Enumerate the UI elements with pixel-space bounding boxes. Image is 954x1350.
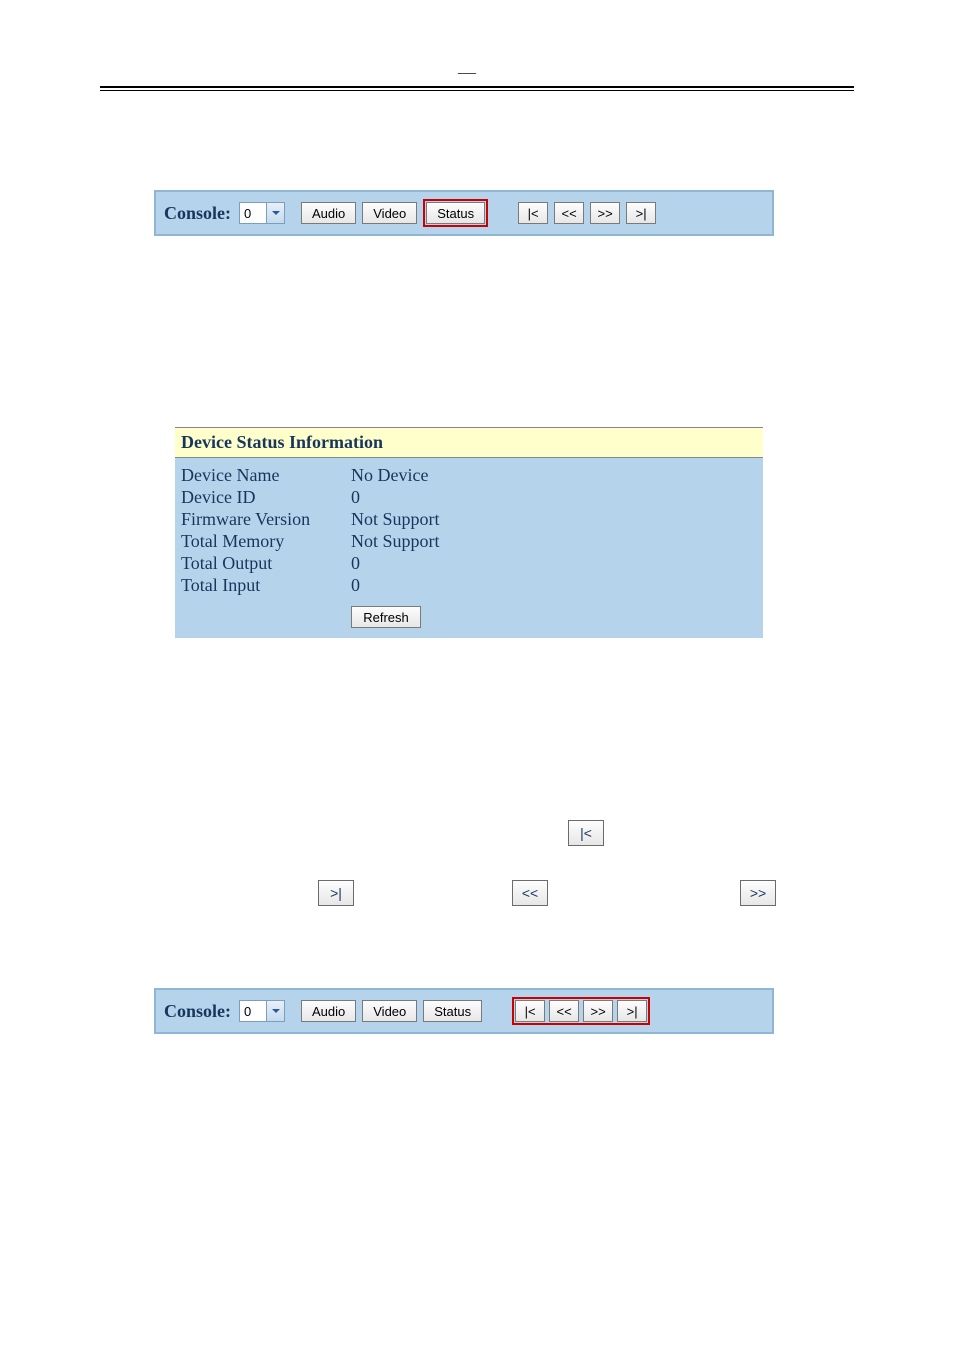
status-value: Not Support <box>351 530 440 552</box>
header-rule-thick <box>100 86 854 88</box>
page-header-mark: — <box>458 62 476 83</box>
nav-prev-button[interactable]: << <box>554 202 584 224</box>
float-nav-next-button[interactable]: >> <box>740 880 776 906</box>
float-nav-prev-button[interactable]: << <box>512 880 548 906</box>
nav-group-highlight: |< << >> >| <box>512 997 650 1025</box>
nav-last-button[interactable]: >| <box>617 1000 647 1022</box>
float-nav-first-button[interactable]: |< <box>568 820 604 846</box>
console-select[interactable]: 0 <box>239 1000 285 1022</box>
audio-button[interactable]: Audio <box>301 1000 356 1022</box>
status-button-highlight: Status <box>423 199 488 227</box>
status-key: Total Input <box>181 574 351 596</box>
nav-next-button[interactable]: >> <box>590 202 620 224</box>
refresh-button[interactable]: Refresh <box>351 606 421 628</box>
status-value: No Device <box>351 464 428 486</box>
console-toolbar-top: Console: 0 Audio Video Status |< << >> >… <box>154 190 774 236</box>
status-key: Total Output <box>181 552 351 574</box>
status-key: Device ID <box>181 486 351 508</box>
status-row: Device Name No Device <box>181 464 757 486</box>
device-status-panel: Device Status Information Device Name No… <box>175 427 763 638</box>
status-value: 0 <box>351 486 360 508</box>
status-value: Not Support <box>351 508 440 530</box>
video-button[interactable]: Video <box>362 202 417 224</box>
nav-next-button[interactable]: >> <box>583 1000 613 1022</box>
nav-last-button[interactable]: >| <box>626 202 656 224</box>
console-label: Console: <box>164 1001 231 1022</box>
header-rule-thin <box>100 90 854 91</box>
video-button[interactable]: Video <box>362 1000 417 1022</box>
nav-first-button[interactable]: |< <box>515 1000 545 1022</box>
audio-button[interactable]: Audio <box>301 202 356 224</box>
console-label: Console: <box>164 203 231 224</box>
status-row: Device ID 0 <box>181 486 757 508</box>
device-status-body: Device Name No Device Device ID 0 Firmwa… <box>175 458 763 638</box>
status-button[interactable]: Status <box>426 202 485 224</box>
nav-first-button[interactable]: |< <box>518 202 548 224</box>
float-nav-last-button[interactable]: >| <box>318 880 354 906</box>
status-row: Total Output 0 <box>181 552 757 574</box>
console-select-dropdown-button[interactable] <box>267 202 285 224</box>
status-button[interactable]: Status <box>423 1000 482 1022</box>
device-status-heading: Device Status Information <box>175 427 763 458</box>
chevron-down-icon <box>271 1006 281 1016</box>
status-key: Firmware Version <box>181 508 351 530</box>
status-key: Total Memory <box>181 530 351 552</box>
status-row: Total Input 0 <box>181 574 757 596</box>
status-key: Device Name <box>181 464 351 486</box>
status-value: 0 <box>351 574 360 596</box>
status-value: 0 <box>351 552 360 574</box>
console-select-value: 0 <box>239 1000 267 1022</box>
console-toolbar-bottom: Console: 0 Audio Video Status |< << >> >… <box>154 988 774 1034</box>
nav-prev-button[interactable]: << <box>549 1000 579 1022</box>
console-select-dropdown-button[interactable] <box>267 1000 285 1022</box>
chevron-down-icon <box>271 208 281 218</box>
status-row: Firmware Version Not Support <box>181 508 757 530</box>
console-select-value: 0 <box>239 202 267 224</box>
console-select[interactable]: 0 <box>239 202 285 224</box>
status-row: Total Memory Not Support <box>181 530 757 552</box>
